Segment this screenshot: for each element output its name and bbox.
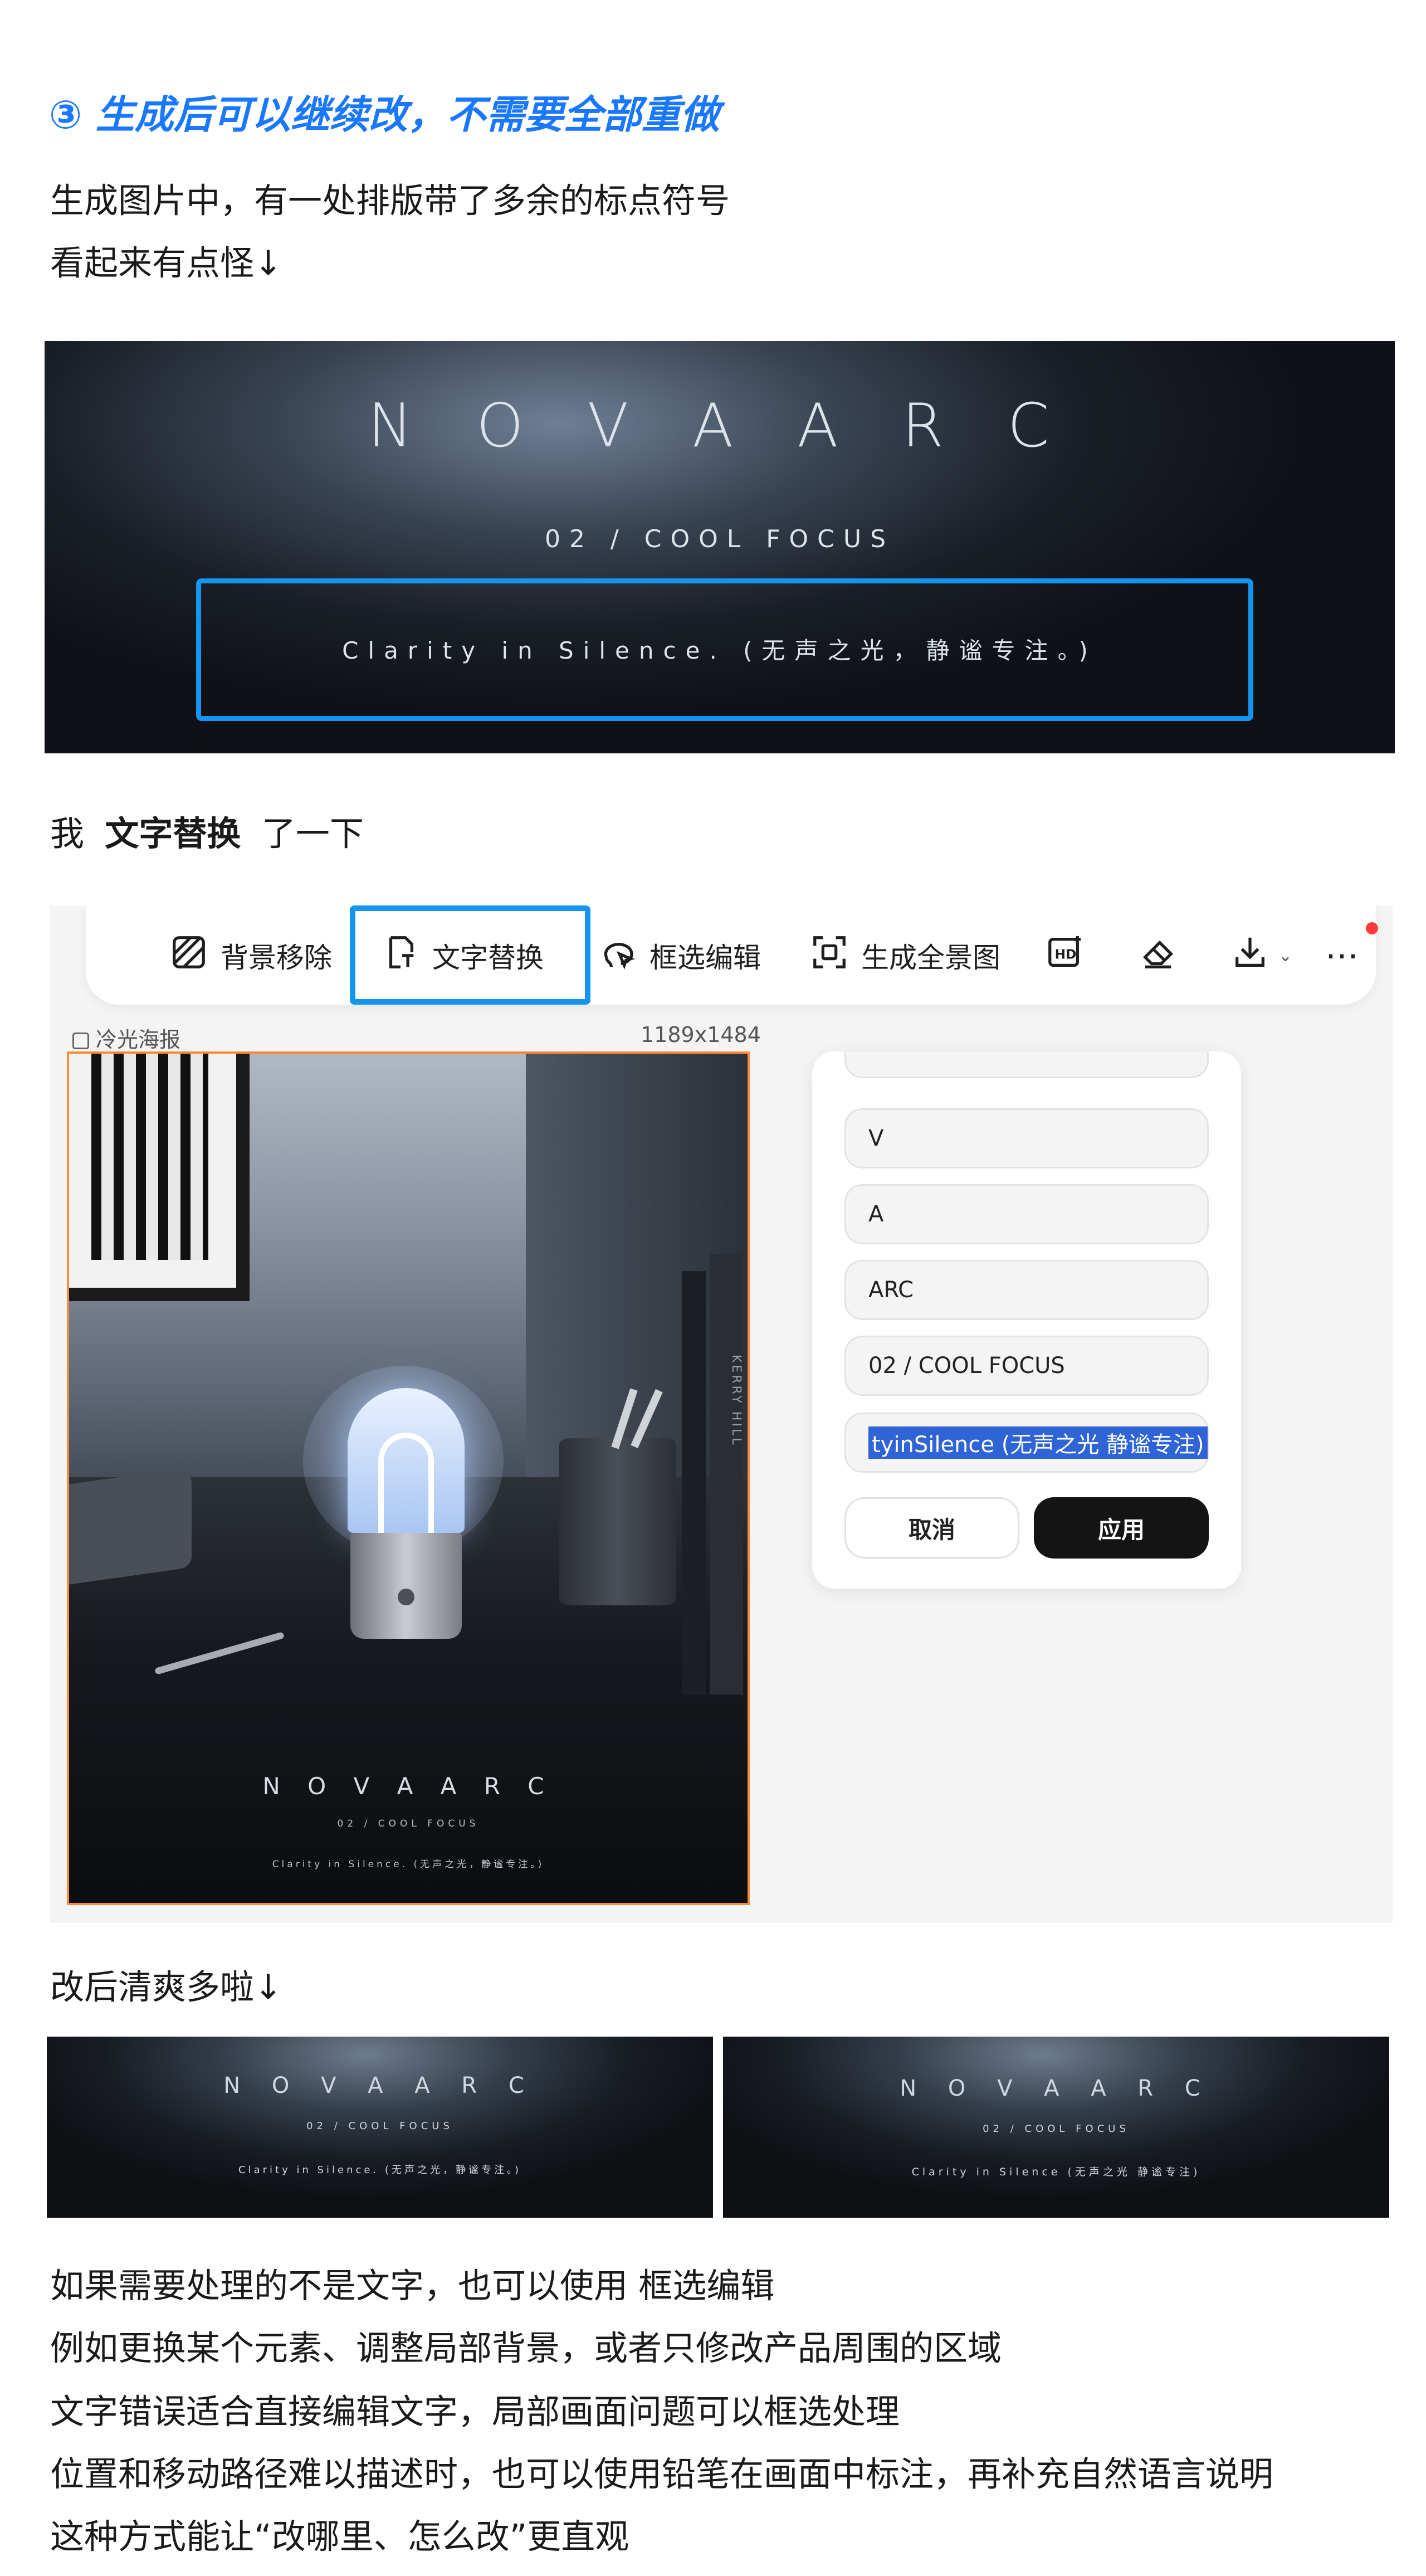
poster-tagline: Clarity in Silence. (无声之光，静谧专注。): [272, 1859, 545, 1870]
field-value: A: [868, 1201, 884, 1227]
tool-label: 生成全景图: [861, 942, 1000, 974]
book-1: [682, 1271, 706, 1694]
image-caption: 冷光海报: [72, 1022, 180, 1053]
replace-suffix: 了一下: [261, 814, 364, 854]
pen-holder: [559, 1438, 676, 1605]
text-field-partial[interactable]: [844, 1051, 1209, 1078]
text-replace-panel: V A ARC 02 / COOL FOCUS tyinSilence (无声之…: [812, 1051, 1241, 1589]
svg-text:HD: HD: [1055, 947, 1077, 962]
image-name: 冷光海报: [96, 1028, 181, 1052]
laptop: [69, 1467, 192, 1588]
download-button[interactable]: ⌄: [1230, 928, 1292, 983]
footer-line-3: 文字错误适合直接编辑文字，局部画面问题可以框选处理: [50, 2392, 900, 2432]
apply-button[interactable]: 应用: [1034, 1497, 1209, 1559]
footer-line-5: 这种方式能让“改哪里、怎么改”更直观: [50, 2517, 629, 2556]
after-left-title: N O V A A R C: [223, 2073, 536, 2098]
text-field-a[interactable]: A: [844, 1184, 1209, 1244]
text-field-arc[interactable]: ARC: [844, 1260, 1209, 1320]
panorama-icon: [810, 933, 849, 978]
tool-panorama[interactable]: 生成全景图: [810, 928, 1000, 983]
banner-tagline: Clarity in Silence. (无声之光，静谧专注。): [342, 637, 1097, 664]
toolbar: 背景移除 文字替换 框选编辑 生成全景图 HD ⌄ ⋯: [86, 905, 1378, 1005]
cancel-button[interactable]: 取消: [844, 1497, 1019, 1559]
background-remove-icon: [169, 933, 208, 978]
poster-image[interactable]: KERRY HILL N O V A A R C 02 / COOL FOCUS…: [67, 1051, 750, 1905]
field-value: ARC: [868, 1277, 914, 1303]
lamp-inner-arc: [378, 1433, 434, 1533]
editor-screenshot: 背景移除 文字替换 框选编辑 生成全景图 HD ⌄ ⋯ 冷光海报 1189x14…: [50, 905, 1393, 1923]
banner-title: N O V A A R C: [368, 391, 1072, 461]
after-right-title: N O V A A R C: [900, 2076, 1213, 2101]
poster-subtitle: 02 / COOL FOCUS: [337, 1818, 480, 1829]
after-caption: 改后清爽多啦↓: [50, 1968, 283, 2007]
after-banner-right: N O V A A R C 02 / COOL FOCUS Clarity in…: [723, 2037, 1389, 2218]
poster-title: N O V A A R C: [262, 1772, 554, 1800]
replace-line: 我 文字替换 了一下: [50, 817, 364, 851]
section-heading: ③ 生成后可以继续改，不需要全部重做: [49, 92, 720, 138]
replace-prefix: 我: [50, 814, 85, 854]
chevron-down-icon[interactable]: ⌄: [1278, 946, 1292, 966]
intro-line-1: 生成图片中，有一处排版带了多余的标点符号: [50, 181, 730, 221]
text-field-subtitle[interactable]: 02 / COOL FOCUS: [844, 1336, 1209, 1396]
text-field-v[interactable]: V: [844, 1108, 1209, 1168]
text-field-tagline[interactable]: tyinSilence (无声之光 静谧专注): [844, 1413, 1209, 1473]
toolbar-highlight-box: [350, 905, 590, 1005]
after-banner-left: N O V A A R C 02 / COOL FOCUS Clarity in…: [47, 2037, 713, 2218]
intro-line-2: 看起来有点怪↓: [50, 244, 283, 283]
tool-label: 框选编辑: [649, 942, 761, 974]
after-left-subtitle: 02 / COOL FOCUS: [306, 2120, 453, 2132]
footer-line-2: 例如更换某个元素、调整局部背景，或者只修改产品周围的区域: [50, 2329, 1002, 2368]
field-value-selected: tyinSilence (无声之光 静谧专注): [868, 1426, 1208, 1459]
lamp-button: [398, 1589, 414, 1605]
field-value: 02 / COOL FOCUS: [868, 1353, 1065, 1379]
tool-label: 背景移除: [221, 942, 332, 974]
lamp-base: [350, 1533, 462, 1639]
footer-line-4: 位置和移动路径难以描述时，也可以使用铅笔在画面中标注，再补充自然语言说明: [50, 2455, 1274, 2494]
notification-dot: [1366, 922, 1378, 934]
picture-stripes: [91, 1054, 208, 1260]
after-left-tagline: Clarity in Silence. (无声之光，静谧专注。): [238, 2164, 521, 2176]
after-right-subtitle: 02 / COOL FOCUS: [983, 2123, 1130, 2135]
tool-lasso-edit[interactable]: 框选编辑: [598, 928, 761, 983]
poster-banner: N O V A A R C 02 / COOL FOCUS Clarity in…: [45, 341, 1395, 753]
tool-background-remove[interactable]: 背景移除: [169, 928, 332, 983]
eraser-button[interactable]: [1139, 928, 1178, 983]
lasso-edit-icon: [598, 933, 637, 978]
eraser-icon: [1139, 933, 1178, 978]
hd-icon: HD: [1045, 933, 1084, 978]
replace-bold: 文字替换: [105, 814, 241, 854]
image-size: 1189x1484: [641, 1022, 761, 1047]
more-button[interactable]: ⋯: [1325, 928, 1360, 983]
image-icon: [72, 1033, 89, 1049]
footer-line-1: 如果需要处理的不是文字，也可以使用 框选编辑: [50, 2266, 775, 2306]
after-right-tagline: Clarity in Silence (无声之光 静谧专注): [911, 2166, 1201, 2178]
more-icon: ⋯: [1325, 936, 1360, 975]
field-value: V: [868, 1126, 884, 1151]
book-spine-text: KERRY HILL: [729, 1355, 743, 1447]
banner-subtitle: 02 / COOL FOCUS: [544, 525, 895, 553]
book-2: [710, 1254, 743, 1694]
download-icon: [1230, 933, 1269, 978]
hd-button[interactable]: HD: [1045, 928, 1084, 983]
